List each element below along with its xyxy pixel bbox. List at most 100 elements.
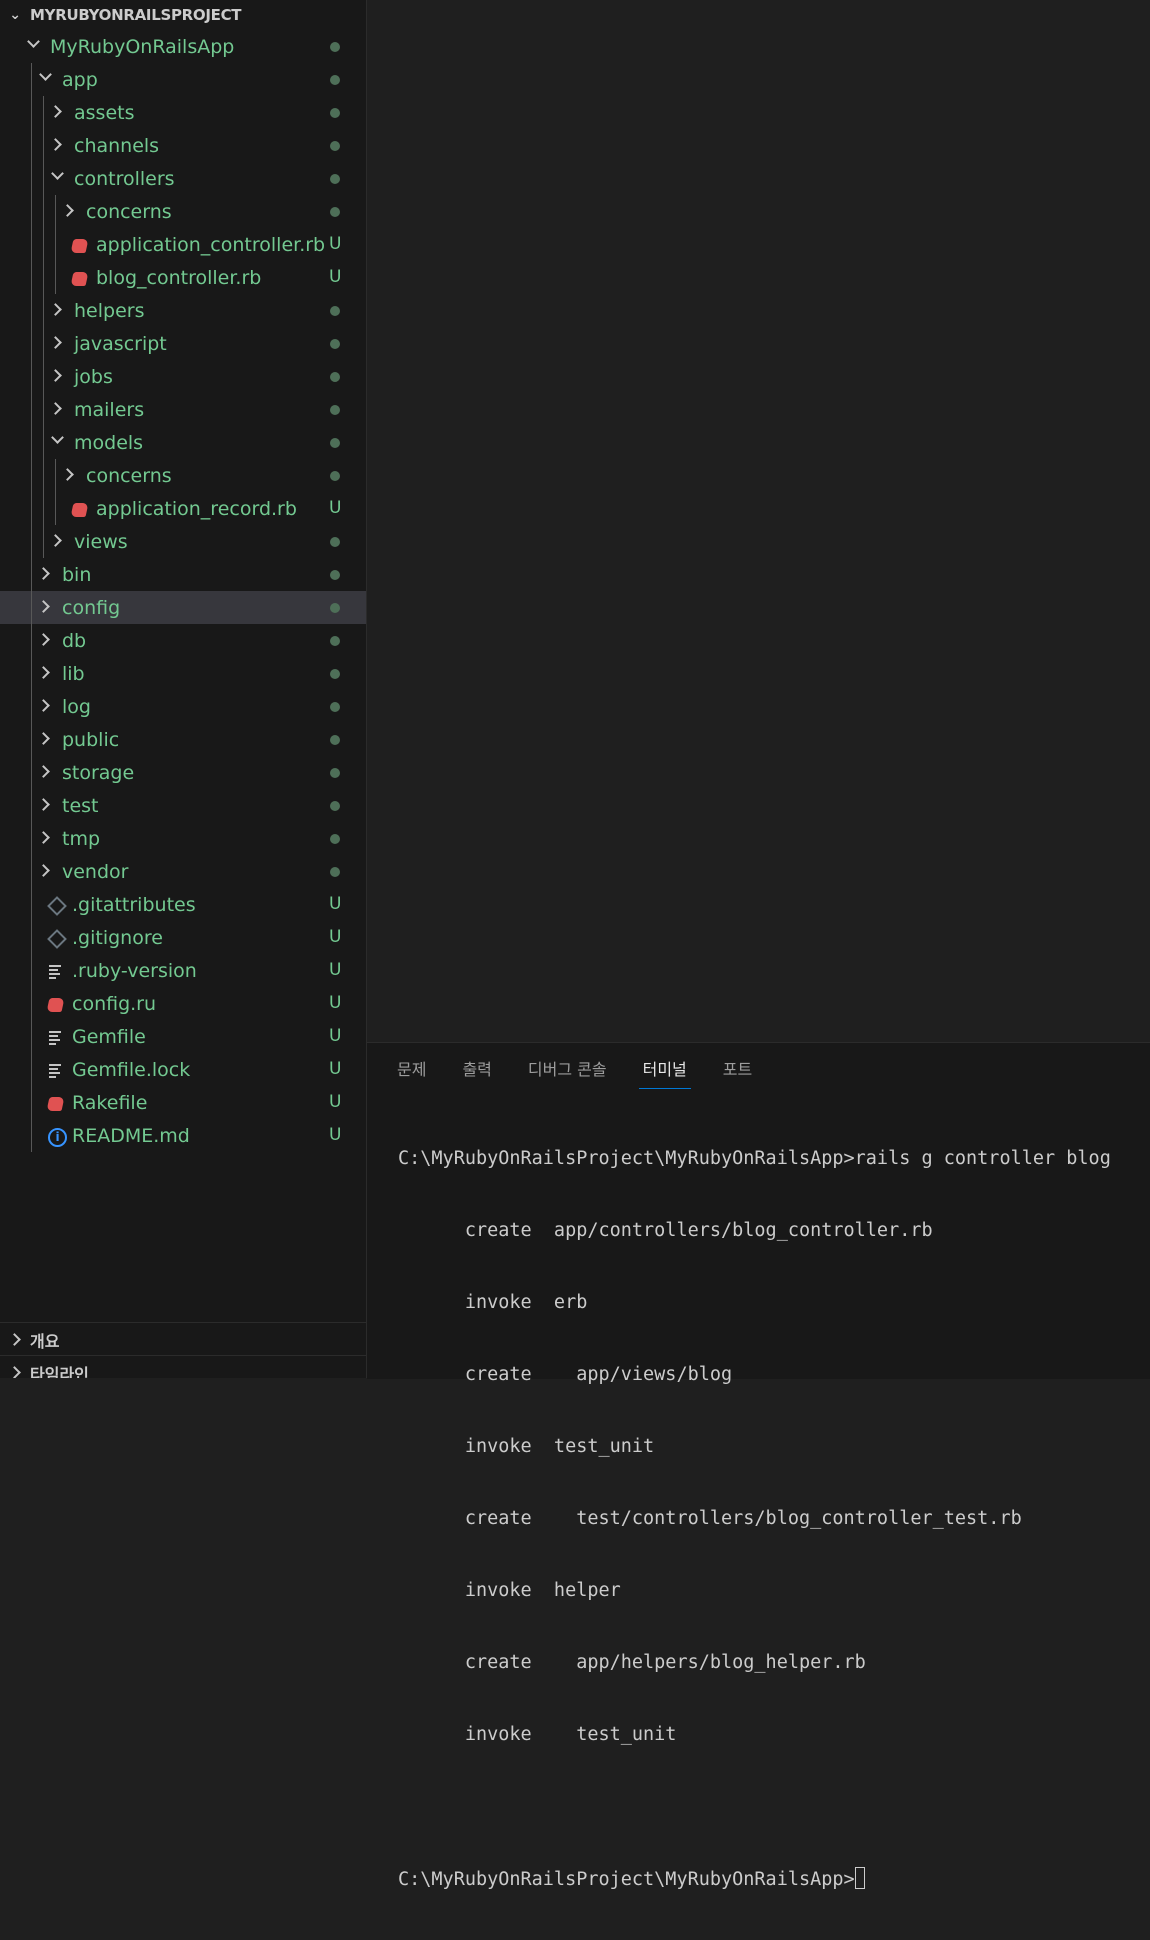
status-dot-icon [330,603,340,613]
chevron-right-icon [37,789,62,822]
timeline-section-header[interactable]: 타임라인 [0,1355,366,1378]
tree-folder-lib[interactable]: lib [0,657,366,690]
chevron-right-icon [49,525,74,558]
tree-file-ruby-version[interactable]: .ruby-version U [0,954,366,987]
indent-guide [43,96,44,558]
ruby-file-icon [46,995,65,1013]
tree-item-label: README.md [72,1124,190,1147]
tree-folder-vendor[interactable]: vendor [0,855,366,888]
tree-folder-myrubyonrailsapp[interactable]: MyRubyOnRailsApp [0,30,366,63]
chevron-right-icon [37,657,62,690]
tree-file-readme[interactable]: i README.md U [0,1119,366,1152]
tree-folder-db[interactable]: db [0,624,366,657]
tree-folder-tmp[interactable]: tmp [0,822,366,855]
git-status-untracked: U [329,1092,342,1112]
git-status-dot [329,393,340,426]
tree-folder-jobs[interactable]: jobs [0,360,366,393]
ruby-file-icon [70,500,89,518]
tree-folder-app[interactable]: app [0,63,366,96]
chevron-right-icon [37,756,62,789]
ruby-file-icon [70,269,89,287]
status-dot-icon [330,702,340,712]
tree-folder-bin[interactable]: bin [0,558,366,591]
chevron-right-icon [49,360,74,393]
terminal-line: invoke test_unit [398,1724,677,1745]
terminal-output[interactable]: C:\MyRubyOnRailsProject\MyRubyOnRailsApp… [398,1099,1111,1940]
tree-folder-log[interactable]: log [0,690,366,723]
status-dot-icon [330,570,340,580]
tree-folder-helpers[interactable]: helpers [0,294,366,327]
tree-item-label: application_controller.rb [96,233,326,256]
terminal-line: create app/controllers/blog_controller.r… [398,1220,933,1241]
explorer-section-header[interactable]: ⌄ MYRUBYONRAILSPROJECT [0,0,366,30]
tree-folder-models[interactable]: models [0,426,366,459]
text-file-icon [48,1061,64,1079]
tab-problems[interactable]: 문제 [397,1059,426,1089]
status-dot-icon [330,42,340,52]
chevron-right-icon [37,855,62,888]
tree-item-label: Gemfile.lock [72,1058,191,1081]
tree-folder-mailers[interactable]: mailers [0,393,366,426]
chevron-right-icon [37,822,62,855]
chevron-right-icon [49,393,74,426]
tree-item-label: jobs [74,365,113,388]
status-dot-icon [330,537,340,547]
git-status-untracked: U [329,894,342,914]
chevron-right-icon [37,591,62,624]
tree-item-label: concerns [86,464,172,487]
tree-folder-javascript[interactable]: javascript [0,327,366,360]
chevron-down-icon: ⌄ [9,7,21,23]
tree-item-label: config.ru [72,992,157,1015]
tree-folder-public[interactable]: public [0,723,366,756]
git-status-dot [329,129,340,162]
tree-item-label: Rakefile [72,1091,148,1114]
tree-item-label: models [74,431,144,454]
tree-item-label: Gemfile [72,1025,146,1048]
tree-folder-channels[interactable]: channels [0,129,366,162]
terminal-line: ​ [398,1795,1111,1819]
tree-file-gitignore[interactable]: .gitignore U [0,921,366,954]
tree-item-label: public [62,728,120,751]
bottom-panel: 문제 출력 디버그 콘솔 터미널 포트 C:\MyRubyOnRailsProj… [367,1042,1150,1890]
tree-item-label: .gitattributes [72,893,196,916]
tree-item-label: test [62,794,99,817]
git-status-dot [329,690,340,723]
chevron-right-icon [0,1356,30,1378]
editor-area[interactable] [367,0,1150,1042]
git-status-untracked: U [329,960,342,980]
git-status-dot [329,195,340,228]
chevron-right-icon [61,195,86,228]
git-status-dot [329,525,340,558]
tree-file-gemfile[interactable]: Gemfile U [0,1020,366,1053]
git-status-dot [329,558,340,591]
status-dot-icon [330,405,340,415]
tree-folder-controllers[interactable]: controllers [0,162,366,195]
chevron-right-icon [49,327,74,360]
git-status-untracked: U [329,234,342,254]
tree-item-label: vendor [62,860,129,883]
tab-debug-console[interactable]: 디버그 콘솔 [528,1059,607,1089]
status-dot-icon [330,801,340,811]
tab-terminal[interactable]: 터미널 [638,1059,691,1089]
tree-item-label: controllers [74,167,175,190]
tree-folder-test[interactable]: test [0,789,366,822]
git-status-dot [329,96,340,129]
ruby-file-icon [46,1094,65,1112]
chevron-right-icon [0,1323,30,1356]
tree-folder-assets[interactable]: assets [0,96,366,129]
outline-section-header[interactable]: 개요 [0,1322,366,1356]
tree-folder-config[interactable]: config [0,591,366,624]
tree-folder-storage[interactable]: storage [0,756,366,789]
chevron-right-icon [37,624,62,657]
tree-file-gemfile-lock[interactable]: Gemfile.lock U [0,1053,366,1086]
tree-file-rakefile[interactable]: Rakefile U [0,1086,366,1119]
tree-folder-views[interactable]: views [0,525,366,558]
tab-ports[interactable]: 포트 [723,1059,752,1089]
git-status-dot [329,723,340,756]
tree-file-config-ru[interactable]: config.ru U [0,987,366,1020]
git-status-dot [329,63,340,96]
git-status-dot [329,459,340,492]
indent-guide [55,459,56,525]
tree-file-gitattributes[interactable]: .gitattributes U [0,888,366,921]
tab-output[interactable]: 출력 [462,1059,491,1089]
